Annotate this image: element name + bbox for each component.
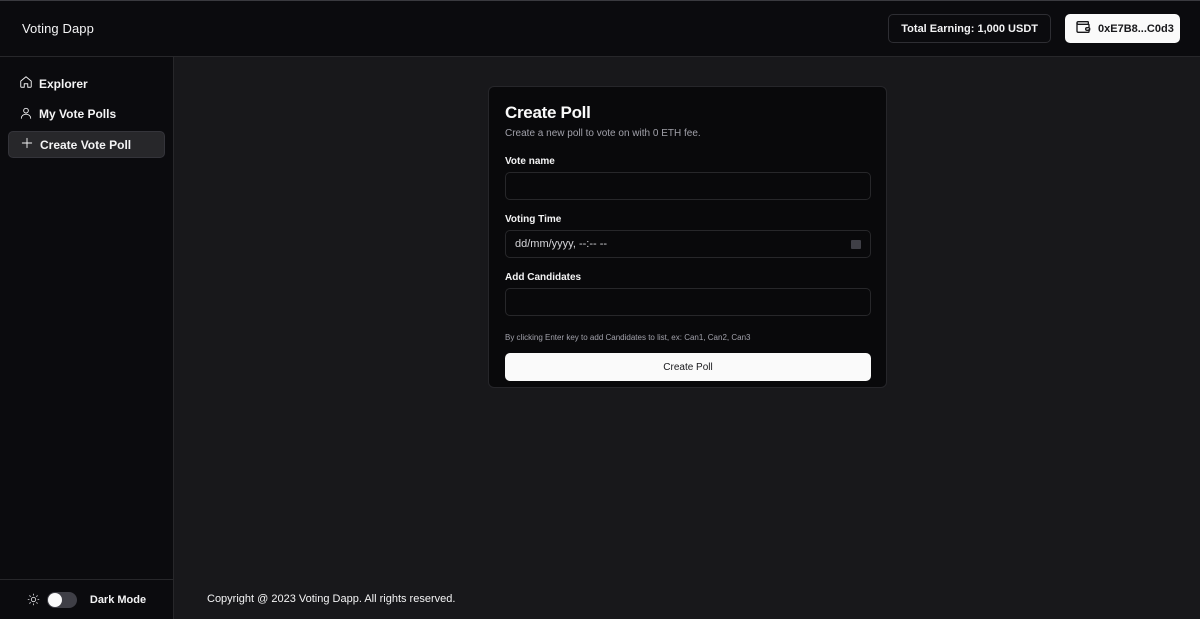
copyright-text: Copyright @ 2023 Voting Dapp. All rights… bbox=[207, 593, 456, 605]
page-subtitle: Create a new poll to vote on with 0 ETH … bbox=[505, 128, 701, 139]
brand-title: Voting Dapp bbox=[22, 21, 94, 36]
top-header: Voting Dapp Total Earning: 1,000 USDT 0x… bbox=[0, 0, 1200, 57]
add-candidates-input[interactable] bbox=[505, 288, 871, 316]
plus-icon bbox=[20, 136, 34, 153]
dark-mode-label: Dark Mode bbox=[89, 593, 147, 606]
header-actions: Total Earning: 1,000 USDT 0xE7B8...C0d3 bbox=[888, 14, 1180, 43]
sidebar-item-create-vote-poll[interactable]: Create Vote Poll bbox=[8, 131, 165, 158]
sidebar-nav: Explorer My Vote Polls Create Vote Poll bbox=[0, 57, 173, 158]
voting-time-input[interactable]: dd/mm/yyyy, --:-- -- bbox=[505, 230, 871, 258]
calendar-icon[interactable] bbox=[851, 239, 861, 249]
wallet-button[interactable]: 0xE7B8...C0d3 bbox=[1065, 14, 1180, 43]
wallet-address: 0xE7B8...C0d3 bbox=[1098, 22, 1174, 35]
theme-switcher: Dark Mode bbox=[0, 579, 173, 619]
sidebar-item-label: Explorer bbox=[39, 76, 88, 91]
create-poll-button[interactable]: Create Poll bbox=[505, 353, 871, 381]
sidebar: Explorer My Vote Polls Create Vote Poll … bbox=[0, 57, 174, 619]
home-icon bbox=[19, 75, 33, 92]
sun-icon bbox=[27, 593, 40, 606]
user-icon bbox=[19, 106, 33, 123]
candidates-hint: By clicking Enter key to add Candidates … bbox=[505, 333, 751, 342]
page-title: Create Poll bbox=[505, 103, 591, 122]
sidebar-item-label: My Vote Polls bbox=[39, 107, 117, 121]
app-root: Voting Dapp Total Earning: 1,000 USDT 0x… bbox=[0, 0, 1200, 619]
dark-mode-toggle[interactable] bbox=[46, 591, 77, 608]
toggle-knob bbox=[47, 592, 62, 607]
total-earning-badge: Total Earning: 1,000 USDT bbox=[888, 14, 1051, 43]
vote-name-label: Vote name bbox=[505, 156, 555, 167]
add-candidates-label: Add Candidates bbox=[505, 272, 582, 283]
sidebar-item-my-vote-polls[interactable]: My Vote Polls bbox=[8, 101, 165, 128]
create-poll-card: Create Poll Create a new poll to vote on… bbox=[488, 86, 887, 388]
sidebar-item-explorer[interactable]: Explorer bbox=[8, 70, 165, 97]
sidebar-item-label: Create Vote Poll bbox=[40, 137, 132, 152]
voting-time-value: dd/mm/yyyy, --:-- -- bbox=[515, 238, 608, 250]
vote-name-input[interactable] bbox=[505, 172, 871, 200]
voting-time-label: Voting Time bbox=[505, 214, 562, 225]
wallet-icon bbox=[1075, 19, 1091, 38]
